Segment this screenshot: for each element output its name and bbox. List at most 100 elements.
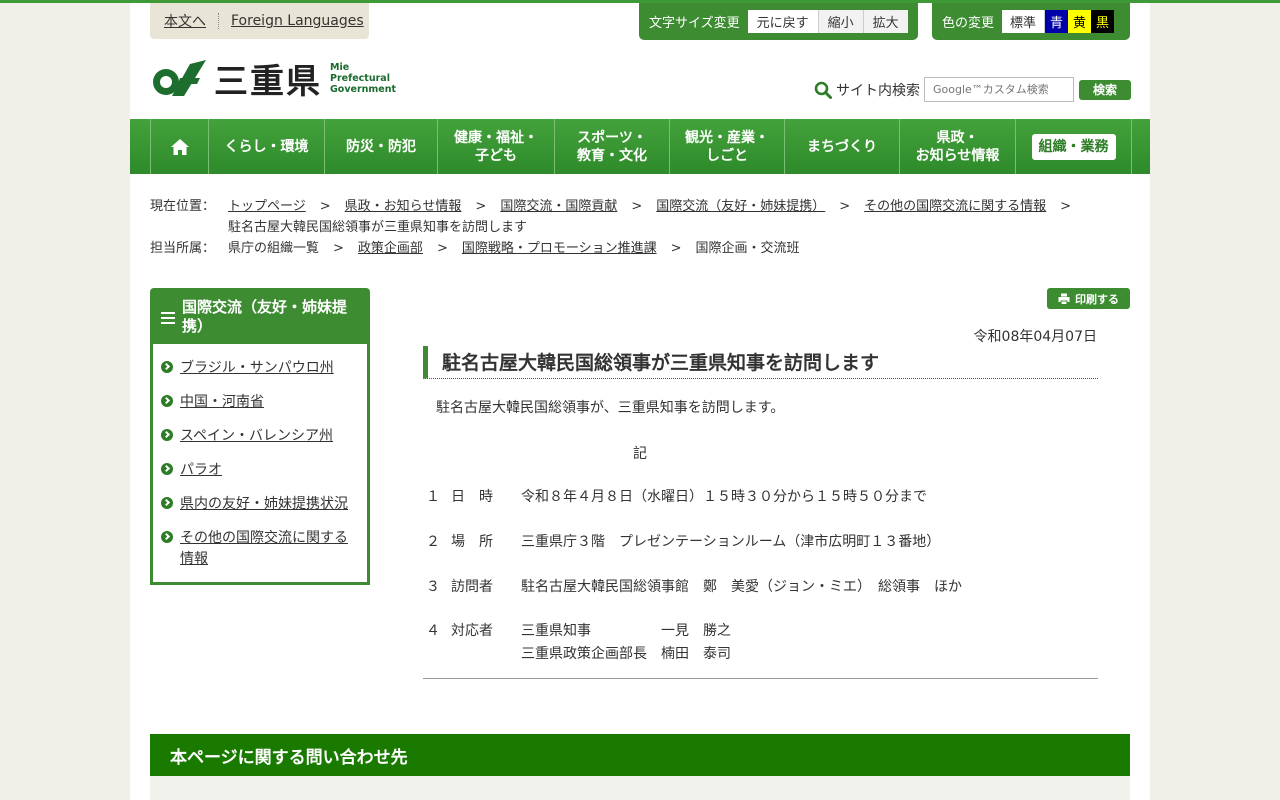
color-blue-button[interactable]: 青 [1045,10,1069,33]
nav-label: くらし・環境 [224,138,309,155]
sidebar-title: 国際交流（友好・姉妹提携） [182,298,348,335]
responder-role: 三重県政策企画部長 [521,646,647,662]
breadcrumb-link-kokusai[interactable]: 国際交流・国際貢献 [500,196,617,217]
sidebar-item: ブラジル・サンパウロ州 [161,358,357,379]
detail-row: １ 日 時 令和８年４月８日（水曜日）１５時３０分から１５時５０分まで [426,486,927,509]
detail-number: １ [426,489,440,505]
nav-item-sports[interactable]: スポーツ・ 教育・文化 [555,119,670,174]
printer-icon [1058,293,1070,305]
search-icon [814,81,832,99]
sidebar-link-palau[interactable]: パラオ [180,460,222,481]
logo-en-line3: Government [330,83,397,95]
logo-en-line1: Mie [330,61,350,73]
breadcrumb-separator: > [333,241,344,256]
responder-name: 楠田 泰司 [661,646,731,662]
global-nav: くらし・環境 防災・防犯 健康・福祉・ 子ども スポーツ・ 教育・文化 観光・産業・… [130,119,1150,174]
arrow-bullet-icon [161,429,173,441]
search-label: サイト内検索 [836,82,920,99]
font-larger-button[interactable]: 拡大 [863,10,908,33]
sidebar-item: 県内の友好・姉妹提携状況 [161,494,357,515]
responder-name: 一見 勝之 [661,623,731,639]
department-label: 担当所属： [150,241,216,256]
department-link-seisaku[interactable]: 政策企画部 [358,238,423,259]
breadcrumb-link-kensei[interactable]: 県政・お知らせ情報 [345,196,462,217]
skip-divider [218,13,219,29]
foreign-languages-link[interactable]: Foreign Languages [231,13,364,29]
page-container: 本文へ Foreign Languages 文字サイズ変更 元に戻す 縮小 拡大… [130,3,1150,800]
nav-item-bousai[interactable]: 防災・防犯 [325,119,438,174]
sidebar-list: ブラジル・サンパウロ州 中国・河南省 スペイン・バレンシア州 パラオ 県内の友好… [150,344,370,585]
print-button[interactable]: 印刷する [1047,288,1130,309]
nav-item-kurashi[interactable]: くらし・環境 [209,119,325,174]
sidebar-link-kennai[interactable]: 県内の友好・姉妹提携状況 [180,494,348,515]
sidebar-link-sonota[interactable]: その他の国際交流に関する情報 [180,528,357,570]
nav-home[interactable] [150,119,209,174]
article-date: 令和08年04月07日 [973,329,1097,345]
breadcrumb-current: 駐名古屋大韓民国総領事が三重県知事を訪問します [228,220,528,235]
color-yellow-button[interactable]: 黄 [1068,10,1092,33]
nav-item-kensei[interactable]: 県政・ お知らせ情報 [900,119,1016,174]
detail-row: ２ 場 所 三重県庁３階 プレゼンテーションルーム（津市広明町１３番地） [426,531,940,554]
arrow-bullet-icon [161,361,173,373]
responder-row: 三重県政策企画部長 楠田 泰司 [521,643,731,666]
sidebar-item: スペイン・バレンシア州 [161,426,357,447]
contact-title: 本ページに関する問い合わせ先 [170,747,408,768]
logo-english: Mie Prefectural Government [330,62,396,95]
print-label: 印刷する [1075,292,1119,306]
sidebar-link-spain[interactable]: スペイン・バレンシア州 [180,426,333,447]
breadcrumb-separator: > [839,199,851,214]
arrow-bullet-icon [161,531,173,543]
sidebar-item: その他の国際交流に関する情報 [161,528,357,570]
nav-label: 組織・業務 [1038,138,1109,155]
breadcrumb-link-sonota[interactable]: その他の国際交流に関する情報 [864,196,1046,217]
detail-key: 場 所 [451,534,493,550]
article-lead: 駐名古屋大韓民国総領事が、三重県知事を訪問します。 [436,400,785,416]
search-button[interactable]: 検索 [1079,79,1131,100]
font-smaller-button[interactable]: 縮小 [818,10,864,33]
sidebar-item: 中国・河南省 [161,392,357,413]
nav-label-line2: お知らせ情報 [915,147,1000,164]
article-divider [423,678,1098,679]
breadcrumb-separator: > [631,199,643,214]
contact-body [150,776,1130,800]
nav-item-machizukuri[interactable]: まちづくり [785,119,900,174]
arrow-bullet-icon [161,395,173,407]
menu-icon [161,312,175,327]
detail-value: 三重県庁３階 プレゼンテーションルーム（津市広明町１３番地） [521,534,941,550]
detail-row: ４ 対応者 三重県知事 一見 勝之 三重県政策企画部長 楠田 泰司 [426,620,731,666]
nav-item-kenkou[interactable]: 健康・福祉・ 子ども [438,119,555,174]
skip-to-main-link[interactable]: 本文へ [164,11,206,31]
detail-row: ３ 訪問者 駐名古屋大韓民国総領事館 鄭 美愛（ジョン・ミエ） 総領事 ほか [426,576,962,599]
breadcrumb: 現在位置： トップページ > 県政・お知らせ情報 > 国際交流・国際貢献 > 国… [150,196,1110,238]
detail-key: 対応者 [451,623,493,639]
detail-number: ２ [426,534,440,550]
department-link-senryaku[interactable]: 国際戦略・プロモーション推進課 [462,238,657,259]
search-input[interactable] [924,77,1074,102]
color-tool: 色の変更 標準 青 黄 黒 [932,3,1130,40]
responder-row: 三重県知事 一見 勝之 [521,620,731,643]
nav-item-kankou[interactable]: 観光・産業・ しごと [670,119,785,174]
color-black-button[interactable]: 黒 [1091,10,1115,33]
detail-key: 訪問者 [451,579,493,595]
nav-label-line1: 健康・福祉・ [454,129,538,146]
logo-en-line2: Prefectural [330,72,390,84]
site-logo[interactable]: 三重県 Mie Prefectural Government [150,53,400,103]
color-label: 色の変更 [942,16,995,31]
breadcrumb-link-top[interactable]: トップページ [228,196,306,217]
mie-emblem-icon [153,60,206,96]
font-reset-button[interactable]: 元に戻す [747,10,819,33]
nav-item-soshiki[interactable]: 組織・業務 [1016,119,1132,174]
font-size-tool: 文字サイズ変更 元に戻す 縮小 拡大 [639,3,918,40]
breadcrumb-separator: > [475,199,487,214]
nav-label-line2: 子ども [475,147,517,164]
breadcrumb-link-yuukou[interactable]: 国際交流（友好・姉妹提携） [656,196,825,217]
skip-links: 本文へ Foreign Languages [150,3,369,39]
breadcrumb-area: 現在位置： トップページ > 県政・お知らせ情報 > 国際交流・国際貢献 > 国… [150,196,1110,259]
sidebar-link-china[interactable]: 中国・河南省 [180,392,264,413]
color-standard-button[interactable]: 標準 [1002,10,1046,33]
breadcrumb-separator: > [436,241,448,256]
article-ki: 記 [633,446,647,462]
breadcrumb-label: 現在位置： [150,199,216,214]
detail-number: ４ [426,623,440,639]
sidebar-link-brazil[interactable]: ブラジル・サンパウロ州 [180,358,334,379]
